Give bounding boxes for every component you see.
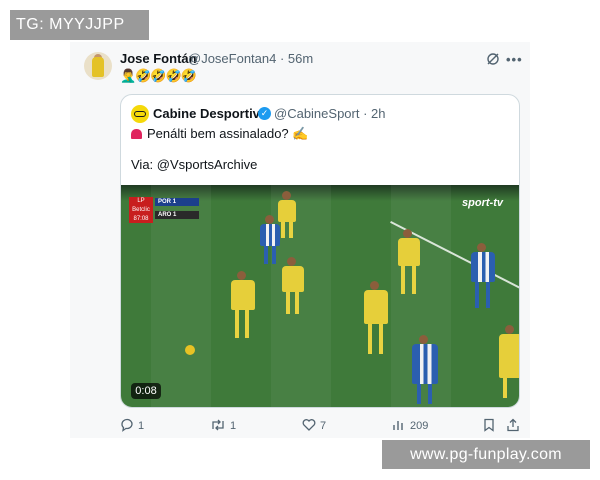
video-scoreboard: LP Betclic 87:08 POR 1 ARO 1 bbox=[129, 197, 199, 223]
sport-tv-logo: sport-tv bbox=[462, 197, 503, 209]
watermark-label: www.pg-funplay.com bbox=[382, 440, 590, 469]
siren-icon bbox=[131, 129, 142, 139]
repost-count: 1 bbox=[230, 420, 237, 432]
like-button[interactable]: 7 bbox=[302, 418, 326, 432]
heart-icon bbox=[302, 419, 316, 431]
reply-count: 1 bbox=[138, 420, 145, 432]
video-player[interactable]: LP Betclic 87:08 POR 1 ARO 1 sport-tv 0:… bbox=[121, 185, 519, 407]
tg-overlay-label: TG: MYYJJPP bbox=[10, 10, 149, 40]
quote-text-line1: Penálti bem assinalado? ✍️ bbox=[131, 126, 308, 142]
scoreboard-away-team: ARO bbox=[158, 212, 172, 218]
share-icon bbox=[507, 418, 519, 432]
scoreboard-home-team: POR bbox=[158, 199, 172, 205]
quote-text-line2[interactable]: Via: @VsportsArchive bbox=[131, 157, 257, 172]
reply-button[interactable]: 1 bbox=[120, 418, 144, 432]
verified-badge-icon: ✓ bbox=[258, 107, 271, 120]
video-duration: 0:08 bbox=[131, 383, 161, 399]
views-button[interactable]: 209 bbox=[392, 418, 428, 432]
avatar[interactable] bbox=[84, 52, 112, 80]
repost-icon bbox=[212, 419, 224, 431]
grok-icon[interactable] bbox=[486, 52, 500, 66]
scoreboard-home-score: 1 bbox=[172, 199, 177, 205]
repost-button[interactable]: 1 bbox=[210, 418, 236, 432]
reply-icon bbox=[121, 418, 133, 432]
share-button[interactable] bbox=[506, 418, 524, 432]
like-count: 7 bbox=[320, 420, 327, 432]
scoreboard-sponsor: Betclic bbox=[132, 207, 150, 213]
quote-author-name[interactable]: Cabine Desportiva bbox=[153, 106, 267, 121]
scoreboard-badge: LP bbox=[137, 198, 145, 204]
scoreboard-clock: 87:08 bbox=[133, 216, 149, 222]
quoted-tweet[interactable]: Cabine Desportiva ✓ @CabineSport · 2h Pe… bbox=[120, 94, 520, 408]
author-handle[interactable]: @JoseFontan4 · 56m bbox=[188, 51, 313, 66]
post-text: 🤦‍♂️🤣🤣🤣🤣 bbox=[120, 68, 197, 83]
bookmark-icon bbox=[484, 418, 494, 432]
football bbox=[185, 345, 195, 355]
author-name[interactable]: Jose Fontán bbox=[120, 51, 197, 66]
scoreboard-away-score: 1 bbox=[173, 212, 177, 218]
quote-author-handle[interactable]: @CabineSport · 2h bbox=[274, 106, 385, 121]
more-icon[interactable]: ••• bbox=[506, 52, 523, 67]
bookmark-button[interactable] bbox=[483, 418, 499, 432]
quote-avatar[interactable] bbox=[131, 105, 149, 123]
quote-text-line1-content: Penálti bem assinalado? ✍️ bbox=[147, 126, 309, 141]
views-icon bbox=[393, 421, 403, 430]
views-count: 209 bbox=[410, 420, 429, 432]
